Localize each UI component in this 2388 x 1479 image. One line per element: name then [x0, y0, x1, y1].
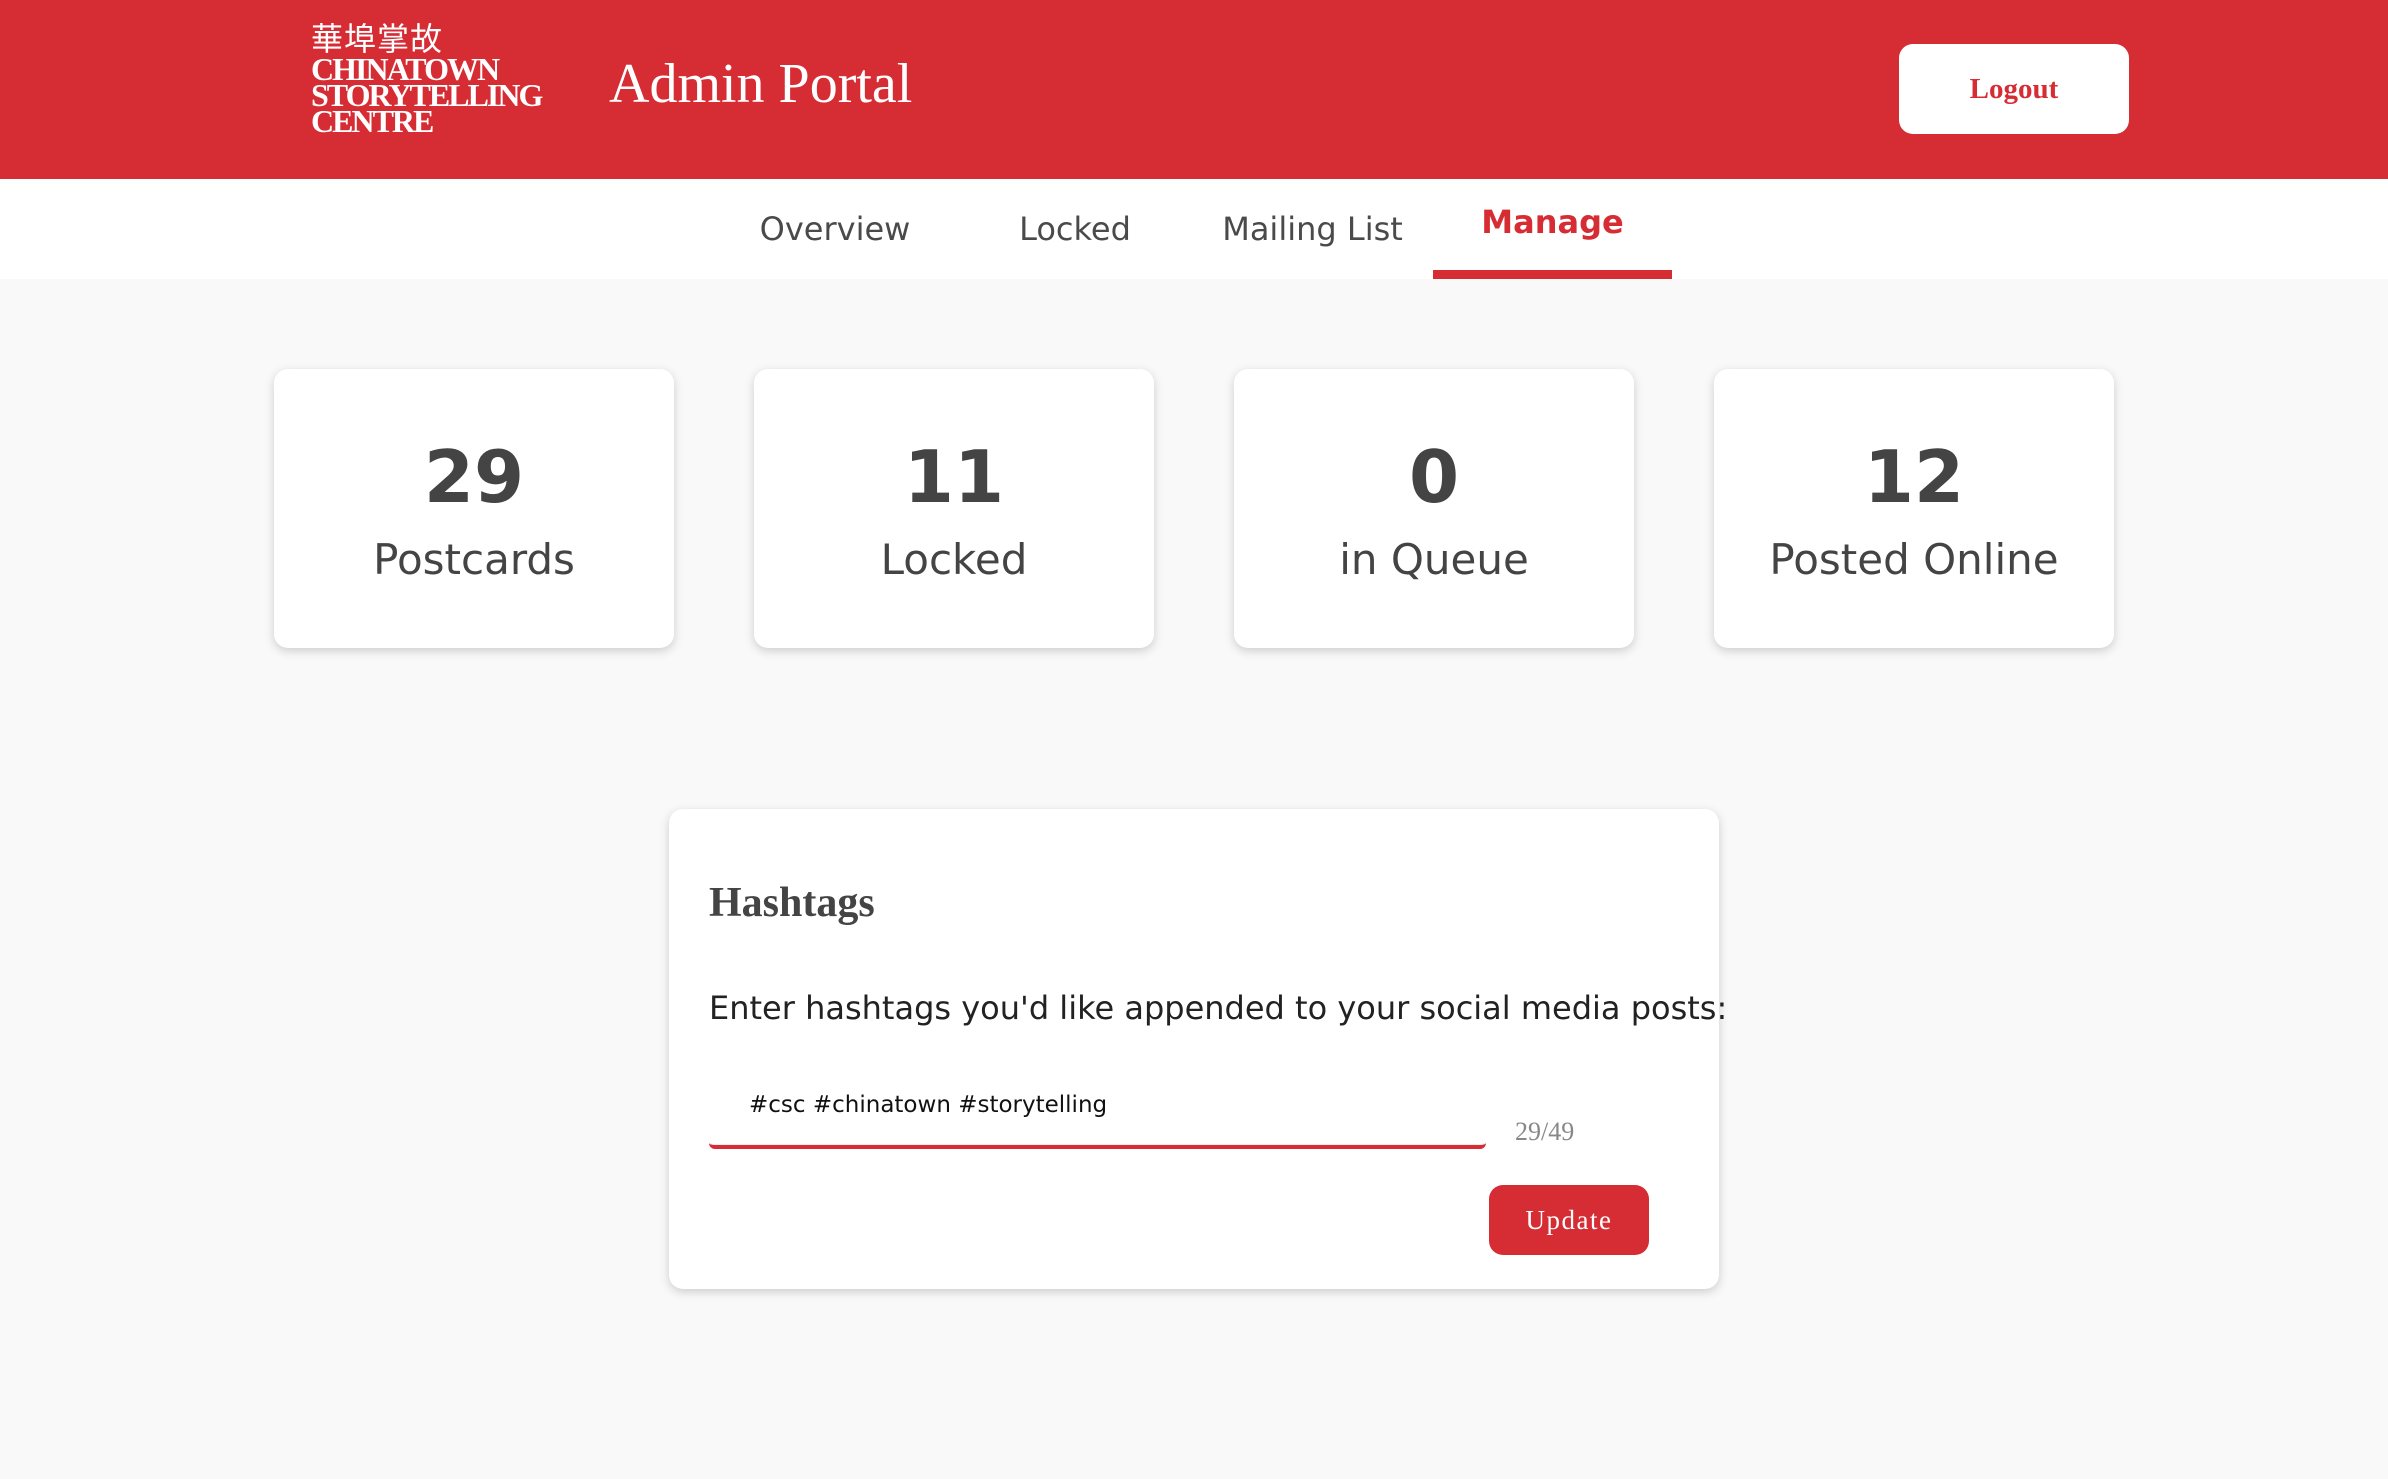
character-counter: 29/49: [1515, 1117, 1575, 1146]
tab-overview[interactable]: Overview: [735, 179, 935, 279]
hashtags-input[interactable]: [749, 1085, 1449, 1125]
stat-label: Postcards: [373, 535, 575, 584]
stat-label: Posted Online: [1769, 535, 2059, 584]
stat-card-in-queue: 0 in Queue: [1234, 369, 1634, 648]
active-tab-indicator: [1433, 270, 1672, 279]
hashtags-card: Hashtags Enter hashtags you'd like appen…: [669, 809, 1727, 1289]
stat-value: 12: [1863, 435, 1965, 519]
stat-value: 29: [423, 435, 525, 519]
stat-card-posted-online: 12 Posted Online: [1714, 369, 2114, 648]
stat-value: 11: [903, 435, 1005, 519]
hashtags-field[interactable]: [709, 1065, 1486, 1149]
update-button[interactable]: Update: [1489, 1185, 1649, 1255]
tab-manage[interactable]: Manage: [1433, 179, 1672, 279]
page-title: Admin Portal: [609, 53, 913, 115]
stat-card-locked: 11 Locked: [754, 369, 1154, 648]
chinatown-storytelling-centre-logo[interactable]: 華埠掌故 CHINATOWN STORYTELLING CENTRE: [311, 22, 561, 137]
stat-label: Locked: [880, 535, 1028, 584]
stat-label: in Queue: [1339, 535, 1529, 584]
stat-card-postcards: 29 Postcards: [274, 369, 674, 648]
app-header: 華埠掌故 CHINATOWN STORYTELLING CENTRE Admin…: [0, 0, 2388, 179]
logout-button[interactable]: Logout: [1899, 44, 2129, 134]
hashtags-title: Hashtags: [709, 880, 875, 926]
stat-value: 0: [1408, 435, 1460, 519]
tab-locked[interactable]: Locked: [975, 179, 1175, 279]
hashtags-description: Enter hashtags you'd like appended to yo…: [709, 989, 1728, 1027]
tab-bar: Overview Locked Mailing List Manage: [0, 179, 2388, 279]
tab-mailing-list[interactable]: Mailing List: [1200, 179, 1425, 279]
